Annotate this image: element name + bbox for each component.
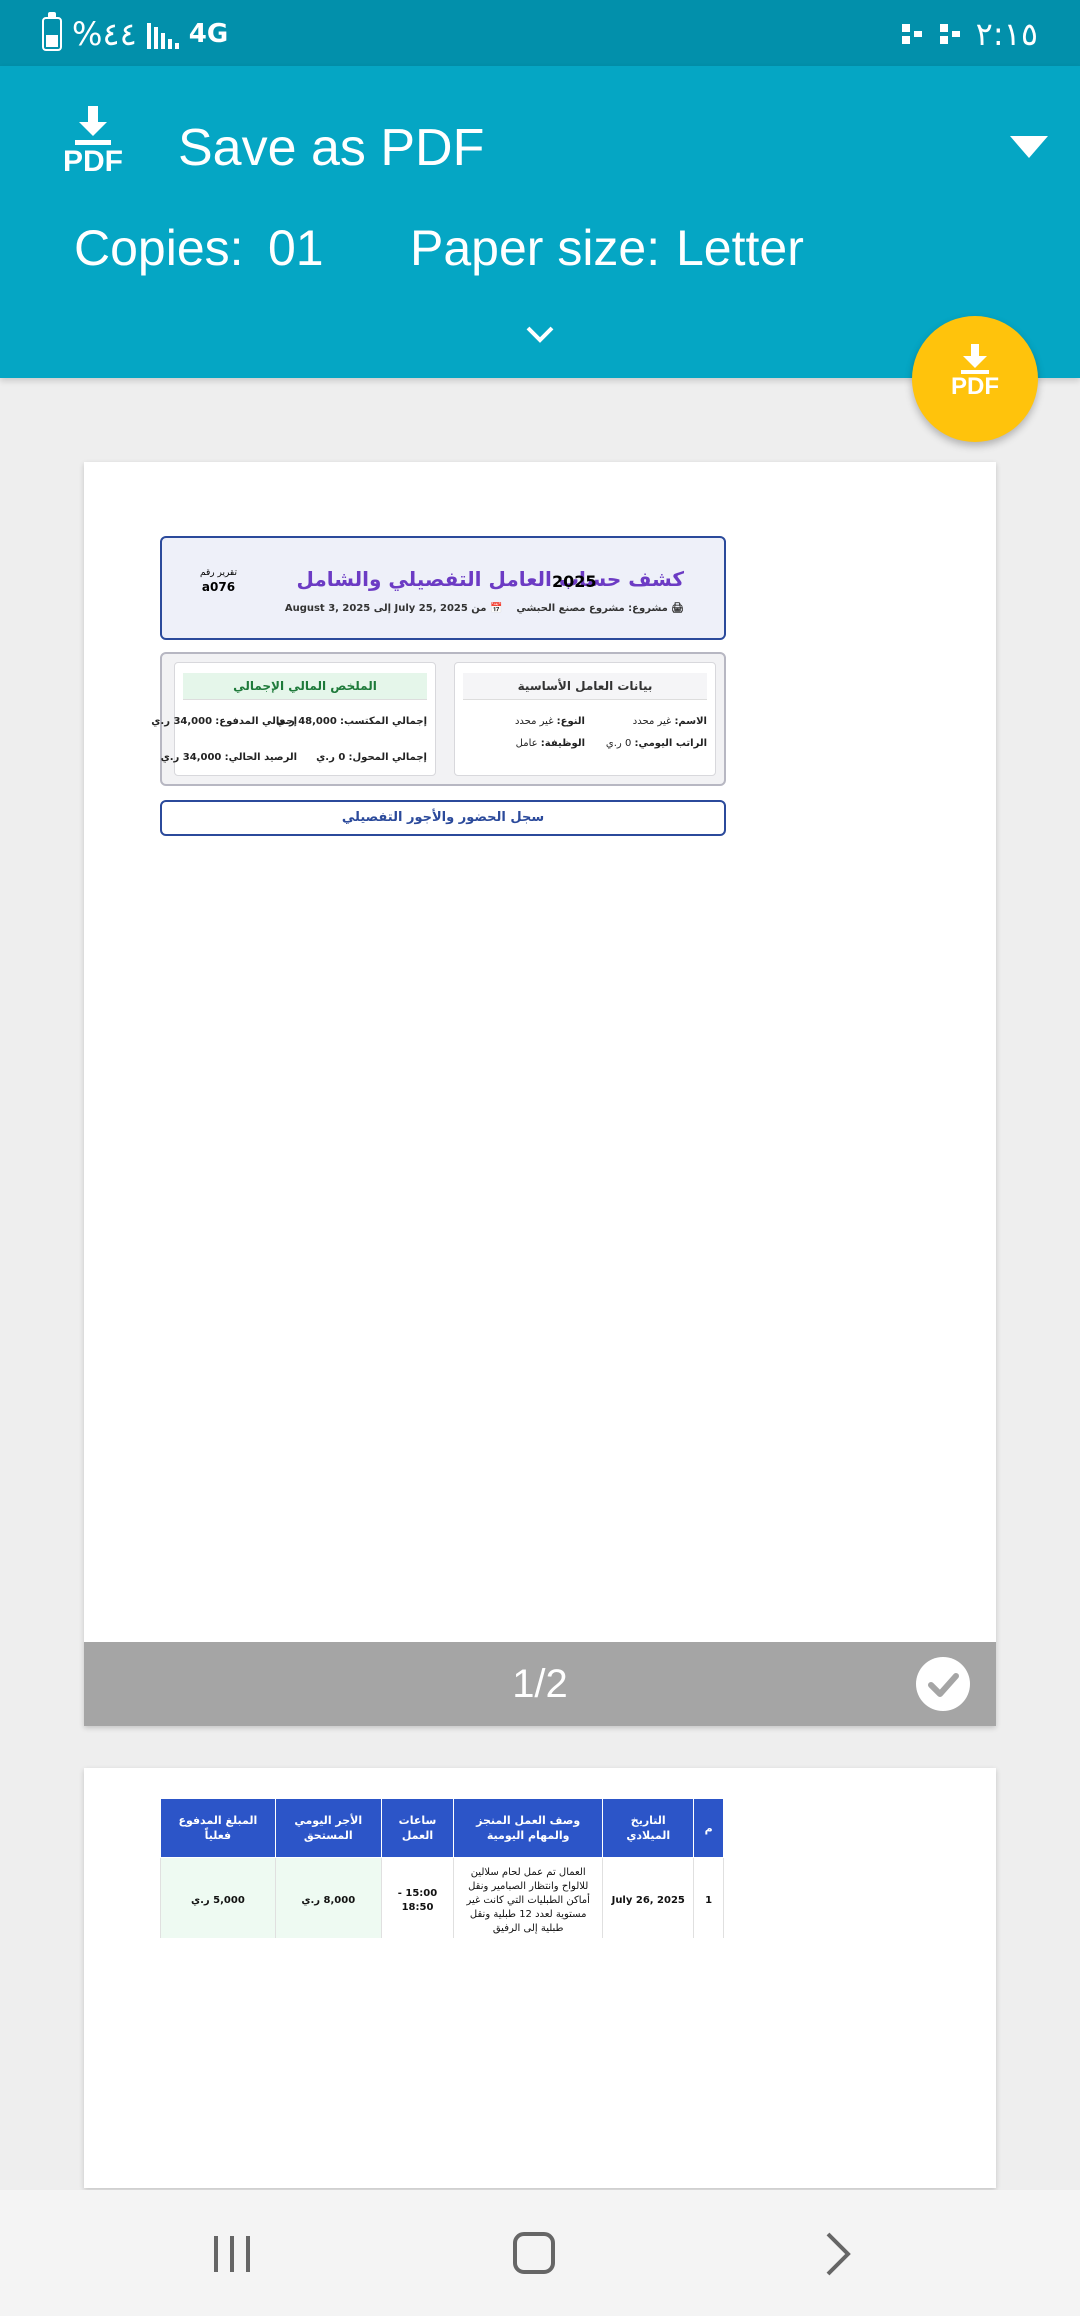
- back-icon[interactable]: [808, 2226, 868, 2282]
- total-earned: إجمالي المكتسب: 48,000 ر.ي: [276, 716, 427, 727]
- paper-size-label: Paper size:: [410, 220, 661, 276]
- calendar-icon: 📅: [489, 603, 503, 614]
- report-summary: بيانات العامل الأساسية الاسم: غير محدد ا…: [151, 652, 726, 786]
- printer-select[interactable]: Save as PDF: [178, 116, 484, 180]
- status-bar: %٤٤ 4G ٢:١٥: [0, 0, 1080, 66]
- fab-label: PDF: [951, 373, 999, 400]
- row-description: العمال تم عمل لحام سلالين للالواح وانتظا…: [453, 1857, 604, 1938]
- signal-icon: [146, 19, 179, 49]
- page-number: 1/2: [512, 1662, 568, 1706]
- home-icon[interactable]: [504, 2226, 564, 2282]
- finance-card-title: الملخص المالي الإجمالي: [183, 673, 427, 700]
- worker-info-card: بيانات العامل الأساسية الاسم: غير محدد ا…: [454, 662, 716, 776]
- battery-icon: [42, 12, 62, 51]
- chevron-down-icon[interactable]: [1010, 136, 1048, 158]
- report-title: كشف حساب العامل التفصيلي والشامل: [296, 567, 684, 591]
- report-number: تقرير رقم a076: [200, 566, 237, 596]
- row-hours: 15:00 - 18:50: [380, 1857, 455, 1938]
- total-paid: إجمالي المدفوع: 34,000 ر.ي: [151, 716, 297, 727]
- worker-type: النوع: غير محدد: [514, 716, 585, 727]
- report-year: 2025: [552, 572, 597, 591]
- clock: ٢:١٥: [975, 15, 1038, 53]
- worker-name: الاسم: غير محدد: [632, 716, 707, 727]
- copies-value[interactable]: 01: [268, 216, 324, 280]
- copies-label: Copies:: [74, 220, 244, 276]
- row-wage: 8,000 ر.ي: [274, 1857, 382, 1938]
- recent-apps-icon[interactable]: [202, 2226, 262, 2282]
- network-type: 4G: [188, 19, 229, 49]
- report-number-value: a076: [201, 580, 236, 594]
- worker-card-title: بيانات العامل الأساسية: [463, 673, 707, 700]
- page-footer: 1/2: [84, 1642, 996, 1726]
- col-daily-wage: الأجر اليومي المستحق: [274, 1798, 382, 1858]
- page-select-checkbox[interactable]: [916, 1657, 970, 1711]
- navigation-bar: [0, 2190, 1080, 2316]
- notification-icon: [939, 24, 960, 44]
- print-options-header: PDF Save as PDF Copies: 01 Paper size: L…: [0, 66, 1080, 378]
- table-row: 1 July 26, 2025 العمال تم عمل لحام سلالي…: [160, 1857, 724, 1938]
- col-description: وصف العمل المنجز والمهام اليومية: [453, 1798, 604, 1858]
- report-subtitle: 🖨 مشروع: مشروع مصنع الحبشي 📅 من July 25,…: [285, 602, 684, 616]
- financial-summary-card: الملخص المالي الإجمالي إجمالي المكتسب: 4…: [151, 662, 436, 776]
- pdf-icon-label: PDF: [63, 145, 123, 178]
- status-left: %٤٤ 4G: [42, 12, 229, 54]
- expand-options-icon[interactable]: [522, 316, 558, 352]
- download-icon: [961, 344, 989, 374]
- report-period: من July 25, 2025 إلى August 3, 2025: [284, 603, 487, 614]
- attendance-table-wrap: م التاريخ الميلادي وصف العمل المنجز والم…: [160, 1798, 724, 1938]
- report-number-label: تقرير رقم: [200, 568, 237, 578]
- page-preview-2[interactable]: م التاريخ الميلادي وصف العمل المنجز والم…: [84, 1768, 996, 2188]
- page-preview-1[interactable]: كشف حساب العامل التفصيلي والشامل 🖨 مشروع…: [84, 462, 996, 1726]
- total-transferred: إجمالي المحول: 0 ر.ي: [316, 752, 427, 763]
- paper-size-value[interactable]: Letter: [676, 216, 804, 280]
- attendance-table: م التاريخ الميلادي وصف العمل المنجز والم…: [160, 1798, 724, 1938]
- battery-percent: %٤٤: [72, 15, 137, 53]
- check-icon: [928, 1673, 959, 1697]
- col-hours: ساعات العمل: [380, 1798, 455, 1858]
- worker-daily-wage: الراتب اليومي: 0 ر.ي: [605, 738, 707, 749]
- status-right: ٢:١٥: [900, 14, 1038, 54]
- print-icon: 🖨: [671, 603, 684, 614]
- worker-job: الوظيفة: عامل: [515, 738, 585, 749]
- notification-icon: [901, 24, 922, 44]
- current-balance: الرصيد الحالي: 34,000 ر.ي: [160, 752, 297, 763]
- col-index: م: [693, 1798, 724, 1858]
- col-paid: المبلغ المدفوع فعلياً: [160, 1798, 276, 1858]
- report-project: مشروع: مشروع مصنع الحبشي: [516, 603, 668, 614]
- report-document: كشف حساب العامل التفصيلي والشامل 🖨 مشروع…: [151, 536, 726, 836]
- row-index: 1: [693, 1857, 724, 1938]
- download-pdf-button[interactable]: PDF: [912, 316, 1038, 442]
- col-date: التاريخ الميلادي: [602, 1798, 695, 1858]
- attendance-section-title: سجل الحضور والأجور التفصيلي: [160, 800, 726, 836]
- row-date: July 26, 2025: [602, 1857, 695, 1938]
- report-header: كشف حساب العامل التفصيلي والشامل 🖨 مشروع…: [160, 536, 726, 640]
- row-paid: 5,000 ر.ي: [160, 1857, 276, 1938]
- pdf-download-icon: PDF: [58, 106, 128, 186]
